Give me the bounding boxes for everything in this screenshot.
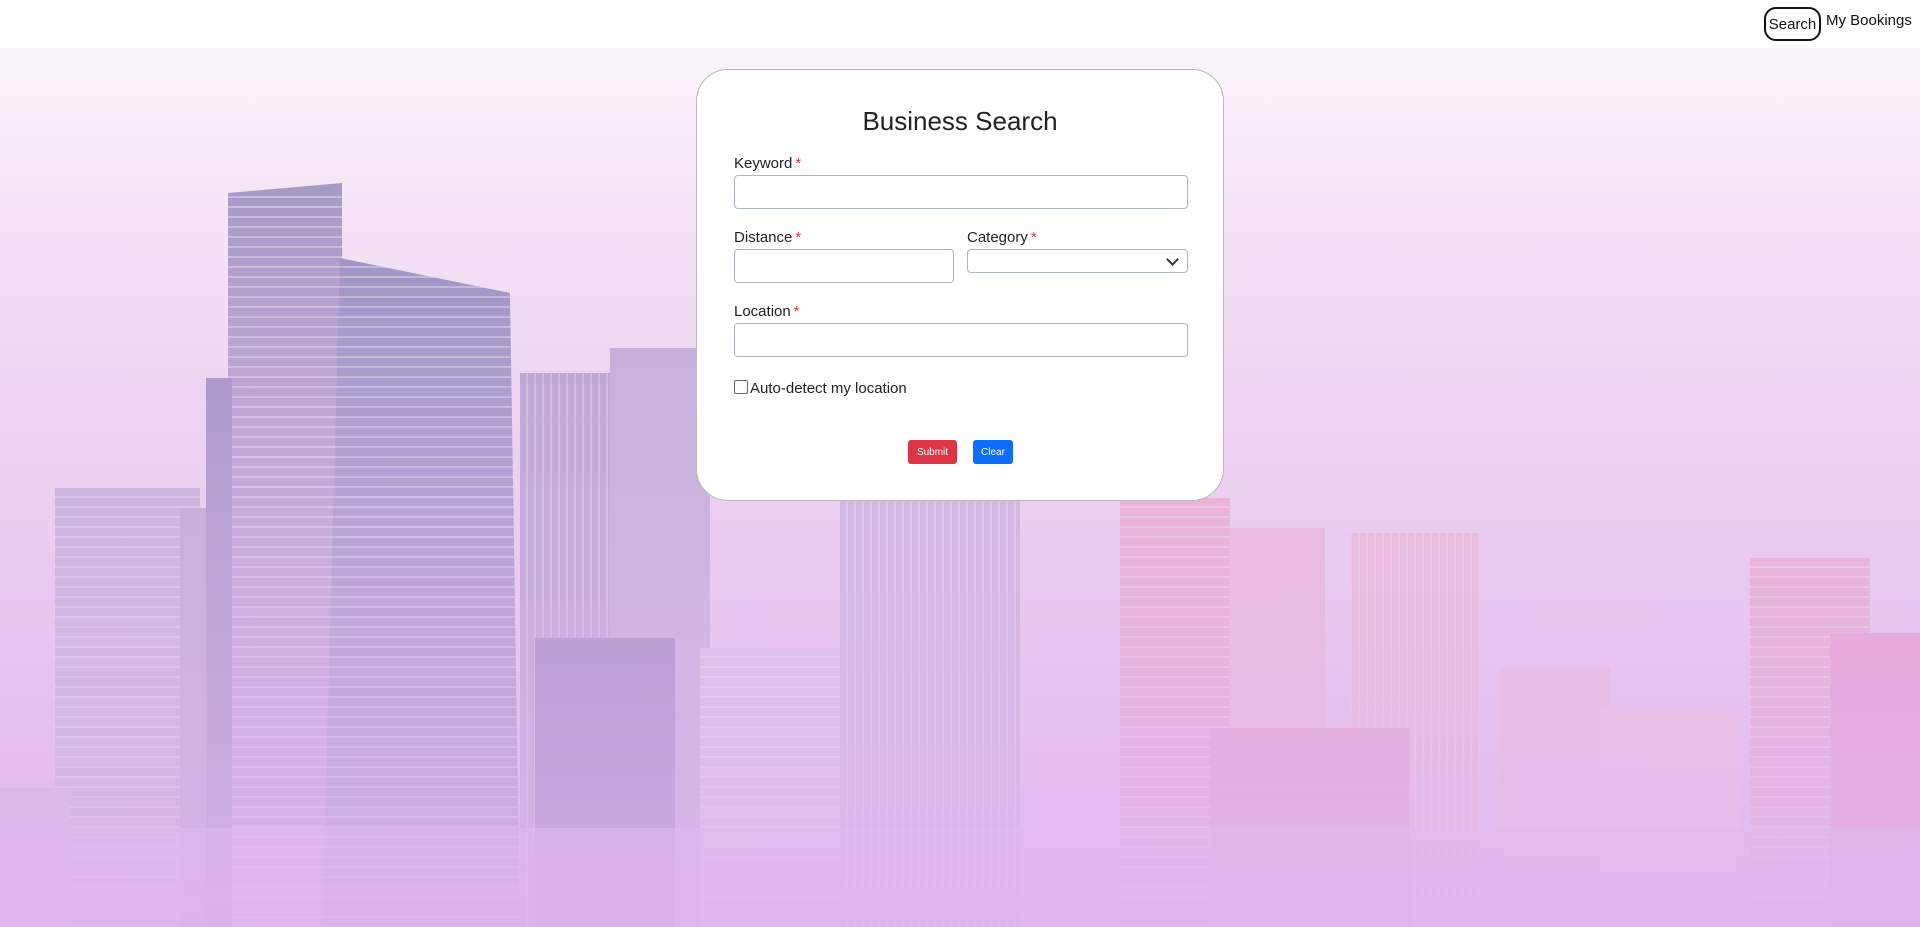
- location-label: Location *: [734, 303, 800, 320]
- keyword-required-mark: *: [795, 155, 802, 172]
- category-label: Category *: [967, 229, 1037, 246]
- submit-button[interactable]: Submit: [908, 440, 957, 464]
- page-title: Business Search: [862, 106, 1058, 136]
- auto-detect-label[interactable]: Auto-detect my location: [750, 380, 907, 397]
- location-label-text: Location: [734, 303, 791, 320]
- nav-my-bookings-link[interactable]: My Bookings: [1826, 12, 1912, 29]
- category-select[interactable]: [967, 249, 1188, 273]
- distance-input[interactable]: [734, 249, 954, 283]
- nav-search-link[interactable]: Search: [1764, 7, 1821, 41]
- business-search-card: Business Search Keyword * Distance * Categ…: [696, 69, 1224, 501]
- keyword-input[interactable]: [734, 175, 1188, 209]
- location-required-mark: *: [793, 303, 800, 320]
- clear-button[interactable]: Clear: [973, 440, 1013, 464]
- distance-label-text: Distance: [734, 229, 793, 246]
- location-input[interactable]: [734, 323, 1188, 357]
- category-required-mark: *: [1030, 229, 1037, 246]
- distance-required-mark: *: [795, 229, 802, 246]
- distance-label: Distance *: [734, 229, 801, 246]
- chevron-down-icon: [1166, 253, 1179, 266]
- keyword-label-text: Keyword: [734, 155, 793, 172]
- top-nav: Search My Bookings: [0, 0, 1920, 48]
- keyword-label: Keyword *: [734, 155, 801, 172]
- category-label-text: Category: [967, 229, 1028, 246]
- auto-detect-checkbox[interactable]: [734, 380, 748, 394]
